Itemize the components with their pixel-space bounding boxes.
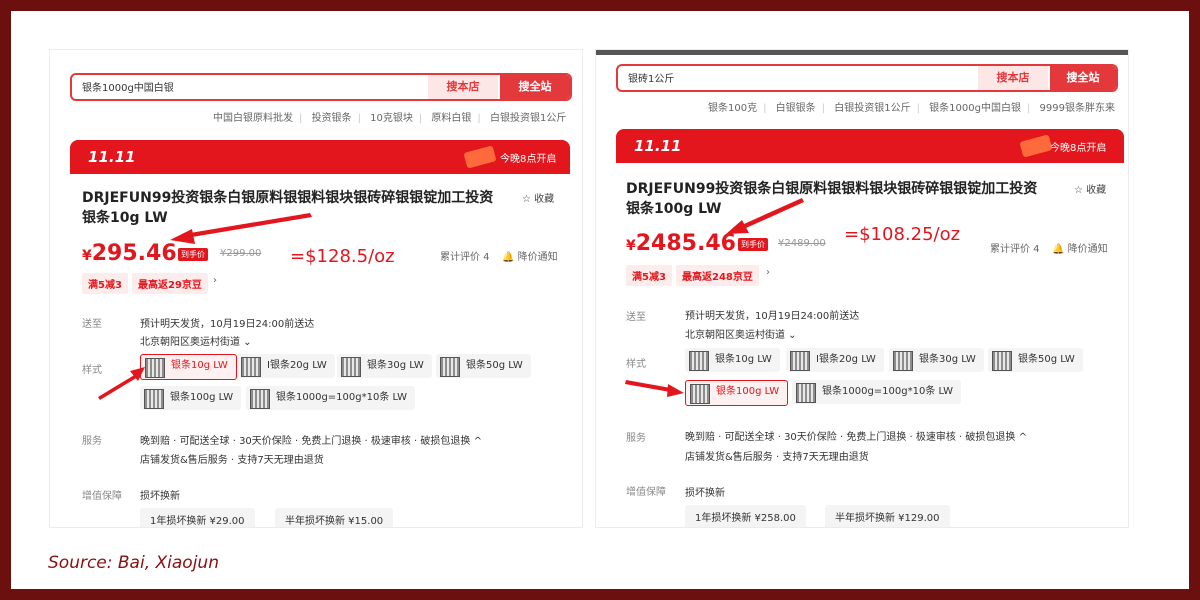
annotation-arrows [625,198,804,397]
left-product-screenshot: 银条1000g中国白银 搜本店 搜全站 中国白银原料批发 | 投资银条 | 10克银… [50,50,582,527]
price-arrow [726,198,804,234]
style-arrow [98,367,145,400]
style-arrow [625,380,684,397]
price-arrow [170,213,312,244]
source-caption: Source: Bai, Xiaojun [48,553,219,573]
annotation-arrows [98,213,312,400]
right-product-screenshot: 银砖1公斤 搜本店 搜全站 银条100克 | 白银银条 | 白银投资银1公斤 | 银条… [596,50,1128,527]
